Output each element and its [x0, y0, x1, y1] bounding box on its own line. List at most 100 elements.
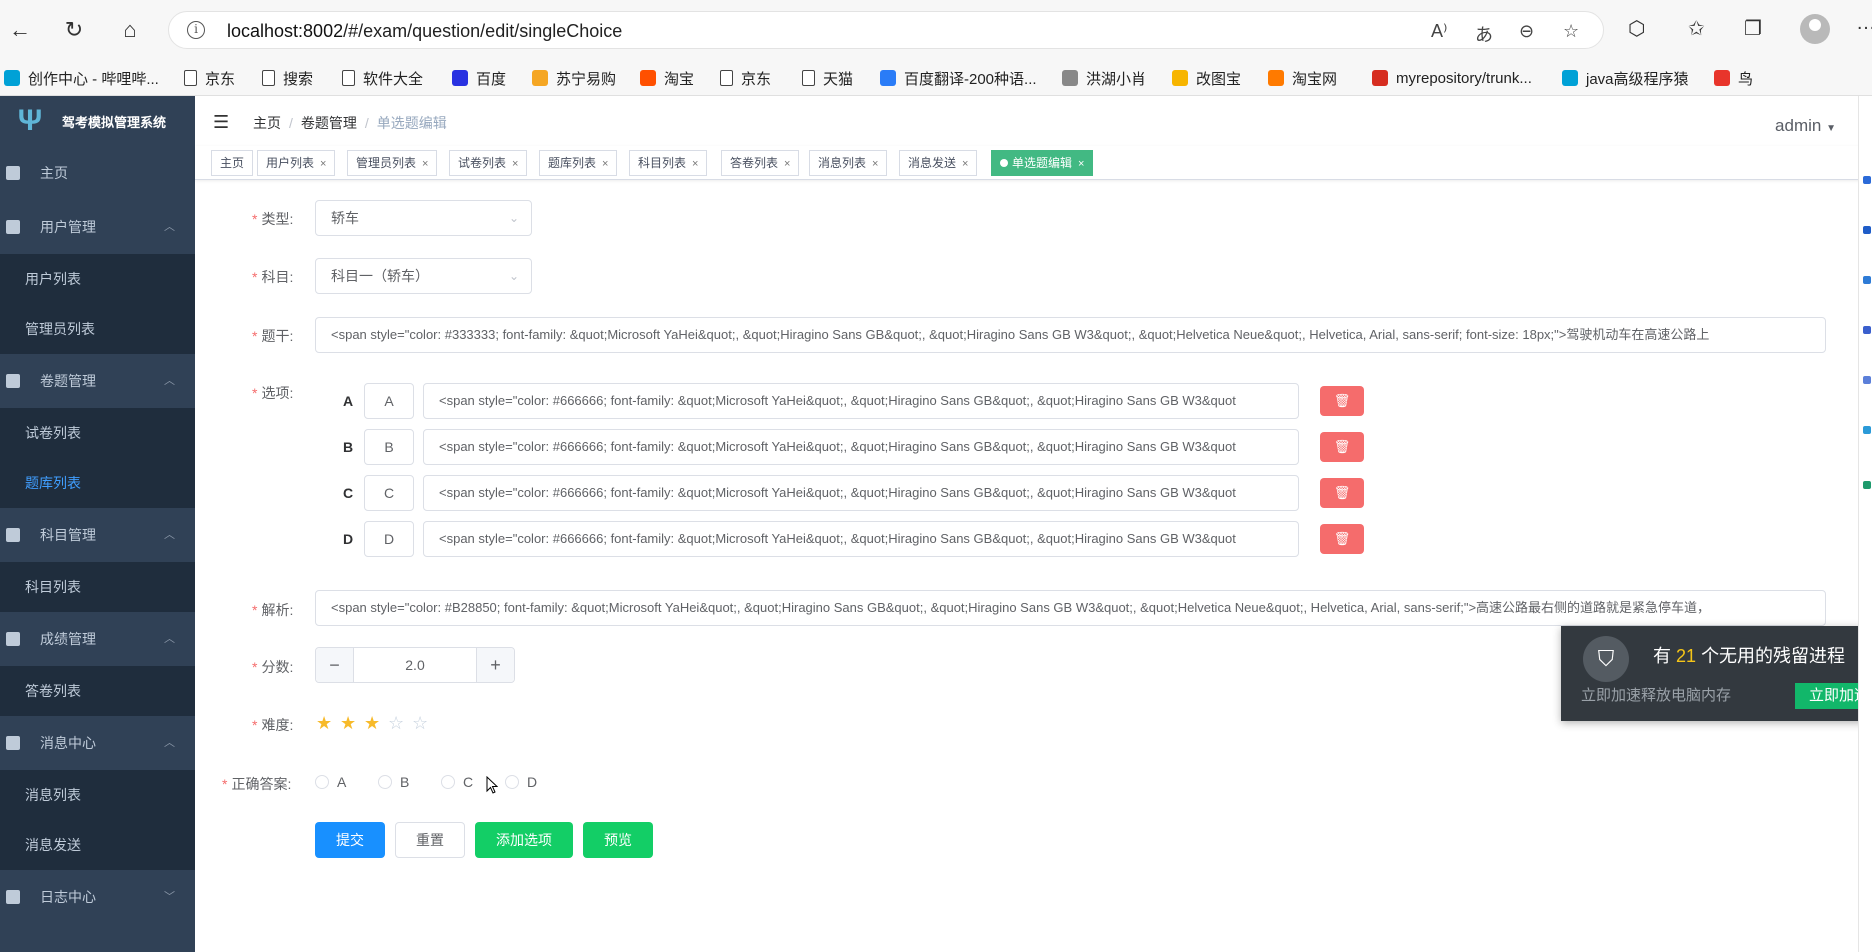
edge-tool-icon[interactable]	[1863, 276, 1871, 284]
answer-radio[interactable]: C	[441, 774, 473, 790]
close-icon[interactable]: ×	[320, 158, 326, 170]
url-text[interactable]: localhost:8002/#/exam/question/edit/sing…	[227, 21, 622, 42]
sidebar-item[interactable]: 用户列表	[0, 254, 195, 304]
edge-tool-icon[interactable]	[1863, 426, 1871, 434]
bookmark-item[interactable]: 百度	[452, 68, 506, 88]
tag-item[interactable]: 管理员列表 ×	[347, 150, 438, 176]
close-icon[interactable]: ×	[422, 158, 428, 170]
tag-item[interactable]: 消息列表 ×	[809, 150, 888, 176]
edge-tool-icon[interactable]	[1863, 376, 1871, 384]
sidebar-group[interactable]: 日志中心 ﹀	[0, 870, 195, 924]
address-bar[interactable]: i localhost:8002/#/exam/question/edit/si…	[168, 11, 1604, 49]
collections-icon[interactable]: ❐	[1744, 16, 1762, 41]
bookmark-item[interactable]: 京东	[184, 68, 235, 88]
subject-select[interactable]: 科目一（轿车） ⌄	[315, 258, 532, 294]
sidebar-group[interactable]: 卷题管理 ︿	[0, 354, 195, 408]
option-content-input[interactable]: <span style="color: #666666; font-family…	[423, 429, 1299, 465]
bookmark-item[interactable]: 淘宝	[640, 68, 694, 88]
tag-item[interactable]: 试卷列表 ×	[449, 150, 528, 176]
zoom-icon[interactable]: ⊖	[1519, 21, 1534, 42]
more-icon[interactable]: …	[1856, 12, 1872, 35]
delete-option-button[interactable]: 🗑	[1320, 386, 1364, 416]
bookmark-item[interactable]: 天猫	[802, 68, 853, 88]
option-content-input[interactable]: <span style="color: #666666; font-family…	[423, 383, 1299, 419]
bookmark-item[interactable]: 创作中心 - 哔哩哔...	[4, 68, 159, 88]
favorite-add-icon[interactable]: ☆	[1563, 21, 1579, 42]
option-key-input[interactable]: B	[364, 429, 414, 465]
option-content-input[interactable]: <span style="color: #666666; font-family…	[423, 521, 1299, 557]
profile-avatar[interactable]	[1800, 14, 1830, 44]
star-empty-icon[interactable]: ☆	[412, 713, 428, 734]
sidebar-item[interactable]: 科目列表	[0, 562, 195, 612]
option-key-input[interactable]: D	[364, 521, 414, 557]
tag-item[interactable]: 用户列表 ×	[257, 150, 336, 176]
back-arrow-icon[interactable]: ←	[4, 14, 36, 46]
close-icon[interactable]: ×	[692, 158, 698, 170]
analysis-input[interactable]: <span style="color: #B28850; font-family…	[315, 590, 1826, 626]
answer-radio[interactable]: B	[378, 774, 409, 790]
close-icon[interactable]: ×	[784, 158, 790, 170]
sidebar-group[interactable]: 科目管理 ︿	[0, 508, 195, 562]
cleanup-notification[interactable]: ⛉ 有 21 个无用的残留进程 立即加速释放电脑内存 立即加速	[1561, 626, 1872, 721]
bookmark-item[interactable]: 搜索	[262, 68, 313, 88]
tag-item[interactable]: 消息发送 ×	[899, 150, 978, 176]
breadcrumb-section[interactable]: 卷题管理	[301, 115, 357, 131]
translate-icon[interactable]: あ	[1475, 21, 1493, 47]
tag-item[interactable]: 单选题编辑 ×	[991, 150, 1094, 176]
bookmark-item[interactable]: 洪湖小肖	[1062, 68, 1146, 88]
user-dropdown[interactable]: admin ▼	[1775, 116, 1836, 136]
refresh-icon[interactable]: ↻	[58, 14, 90, 46]
answer-radio[interactable]: A	[315, 774, 346, 790]
delete-option-button[interactable]: 🗑	[1320, 478, 1364, 508]
add-option-button[interactable]: 添加选项	[475, 822, 573, 858]
delete-option-button[interactable]: 🗑	[1320, 524, 1364, 554]
option-content-input[interactable]: <span style="color: #666666; font-family…	[423, 475, 1299, 511]
bookmark-item[interactable]: 鸟	[1714, 68, 1753, 88]
delete-option-button[interactable]: 🗑	[1320, 432, 1364, 462]
submit-button[interactable]: 提交	[315, 822, 385, 858]
tag-item[interactable]: 主页	[211, 150, 254, 176]
type-select[interactable]: 轿车 ⌄	[315, 200, 532, 236]
bookmark-item[interactable]: java高级程序猿	[1562, 68, 1689, 88]
close-icon[interactable]: ×	[512, 158, 518, 170]
hamburger-icon[interactable]: ☰	[213, 112, 229, 133]
sidebar-item[interactable]: 管理员列表	[0, 304, 195, 354]
star-empty-icon[interactable]: ☆	[388, 713, 404, 734]
sidebar-item[interactable]: 消息发送	[0, 820, 195, 870]
bookmark-item[interactable]: 百度翻译-200种语...	[880, 68, 1037, 88]
edge-tool-icon[interactable]	[1863, 481, 1871, 489]
sidebar-item[interactable]: 试卷列表	[0, 408, 195, 458]
option-key-input[interactable]: A	[364, 383, 414, 419]
tag-item[interactable]: 科目列表 ×	[629, 150, 708, 176]
star-filled-icon[interactable]: ★	[316, 713, 332, 734]
edge-tool-icon[interactable]	[1863, 226, 1871, 234]
tag-item[interactable]: 答卷列表 ×	[721, 150, 800, 176]
score-input[interactable]: 2.0	[354, 648, 476, 682]
bookmark-item[interactable]: myrepository/trunk...	[1372, 68, 1532, 88]
tag-item[interactable]: 题库列表 ×	[539, 150, 618, 176]
edge-tool-icon[interactable]	[1863, 326, 1871, 334]
bookmark-item[interactable]: 京东	[720, 68, 771, 88]
extensions-icon[interactable]: ⬡	[1628, 16, 1645, 41]
app-logo[interactable]: Ψ 驾考模拟管理系统	[0, 96, 195, 146]
option-key-input[interactable]: C	[364, 475, 414, 511]
edge-tool-icon[interactable]	[1863, 176, 1871, 184]
sidebar-group[interactable]: 成绩管理 ︿	[0, 612, 195, 666]
reset-button[interactable]: 重置	[395, 822, 465, 858]
title-input[interactable]: <span style="color: #333333; font-family…	[315, 317, 1826, 353]
score-increment-button[interactable]: +	[476, 648, 514, 682]
answer-radio[interactable]: D	[505, 774, 537, 790]
breadcrumb-home[interactable]: 主页	[253, 115, 281, 131]
sidebar-item[interactable]: 消息列表	[0, 770, 195, 820]
bookmark-item[interactable]: 改图宝	[1172, 68, 1241, 88]
close-icon[interactable]: ×	[1078, 158, 1084, 170]
home-icon[interactable]: ⌂	[114, 14, 146, 46]
site-info-icon[interactable]: i	[187, 21, 205, 39]
sidebar-item-home[interactable]: 主页	[0, 146, 195, 200]
sidebar-item[interactable]: 题库列表	[0, 458, 195, 508]
bookmark-item[interactable]: 淘宝网	[1268, 68, 1337, 88]
preview-button[interactable]: 预览	[583, 822, 653, 858]
read-aloud-icon[interactable]: A⁾	[1431, 21, 1447, 42]
close-icon[interactable]: ×	[962, 158, 968, 170]
sidebar-group[interactable]: 用户管理 ︿	[0, 200, 195, 254]
